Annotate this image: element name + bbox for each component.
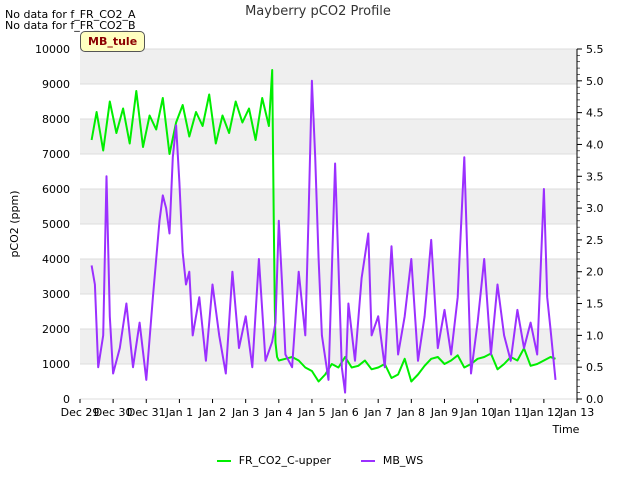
left-y-tick-label: 5000 bbox=[42, 218, 70, 231]
right-y-tick-label: 1.5 bbox=[586, 298, 604, 311]
left-y-tick-label: 6000 bbox=[42, 183, 70, 196]
legend-item-mb-ws: MB_WS bbox=[360, 454, 424, 467]
left-y-tick-label: 9000 bbox=[42, 78, 70, 91]
y-axis-label: pCO2 (ppm) bbox=[8, 190, 21, 257]
right-y-tick-label: 4.0 bbox=[586, 138, 604, 151]
x-tick-label: Jan 1 bbox=[165, 406, 193, 419]
right-y-tick-label: 3.5 bbox=[586, 170, 604, 183]
background-band bbox=[80, 49, 577, 84]
chart-title: Mayberry pCO2 Profile bbox=[245, 4, 391, 19]
right-y-tick-label: 2.5 bbox=[586, 234, 604, 247]
right-y-tick-label: 5.0 bbox=[586, 75, 604, 88]
legend-swatch-fr-co2 bbox=[216, 459, 231, 462]
background-band bbox=[80, 189, 577, 224]
x-tick-label: Jan 9 bbox=[430, 406, 458, 419]
left-y-tick-label: 0 bbox=[63, 393, 70, 406]
right-y-tick-label: 0.5 bbox=[586, 361, 604, 374]
right-y-tick-label: 0.0 bbox=[586, 393, 604, 406]
left-y-tick-label: 1000 bbox=[42, 358, 70, 371]
x-tick-label: Jan 5 bbox=[297, 406, 325, 419]
legend-item-fr-co2: FR_CO2_C-upper bbox=[216, 454, 331, 467]
left-y-tick-label: 10000 bbox=[35, 43, 70, 56]
legend-label-mb-ws: MB_WS bbox=[382, 454, 424, 467]
x-tick-label: Jan 8 bbox=[397, 406, 425, 419]
x-tick-label: Jan 3 bbox=[231, 406, 259, 419]
legend: FR_CO2_C-upper MB_WS bbox=[0, 454, 640, 467]
site-badge: MB_tule bbox=[80, 31, 146, 52]
legend-swatch-mb-ws bbox=[360, 459, 375, 462]
x-tick-label: Jan 13 bbox=[559, 406, 594, 419]
right-y-tick-label: 3.0 bbox=[586, 202, 604, 215]
x-tick-label: Jan 12 bbox=[526, 406, 561, 419]
left-y-tick-label: 2000 bbox=[42, 323, 70, 336]
right-y-tick-label: 4.5 bbox=[586, 107, 604, 120]
x-tick-label: Jan 2 bbox=[198, 406, 226, 419]
x-tick-label: Jan 11 bbox=[493, 406, 528, 419]
x-tick-label: Jan 6 bbox=[330, 406, 358, 419]
right-y-tick-label: 2.0 bbox=[586, 266, 604, 279]
legend-label-fr-co2: FR_CO2_C-upper bbox=[238, 454, 331, 467]
left-y-tick-label: 4000 bbox=[42, 253, 70, 266]
left-y-tick-label: 7000 bbox=[42, 148, 70, 161]
x-axis-label: Time bbox=[552, 423, 580, 436]
x-tick-label: Jan 7 bbox=[363, 406, 391, 419]
right-y-tick-label: 5.5 bbox=[586, 43, 604, 56]
pco2-chart: 0 1000 2000 3000 4000 5000 6000 7000 8000 9000 100… bbox=[8, 4, 604, 436]
right-y-tick-label: 1.0 bbox=[586, 329, 604, 342]
x-tick-label: Dec 31 bbox=[127, 406, 166, 419]
left-y-tick-label: 3000 bbox=[42, 288, 70, 301]
x-tick-label: Jan 4 bbox=[264, 406, 292, 419]
x-tick-label: Jan 10 bbox=[459, 406, 494, 419]
left-y-tick-label: 8000 bbox=[42, 113, 70, 126]
